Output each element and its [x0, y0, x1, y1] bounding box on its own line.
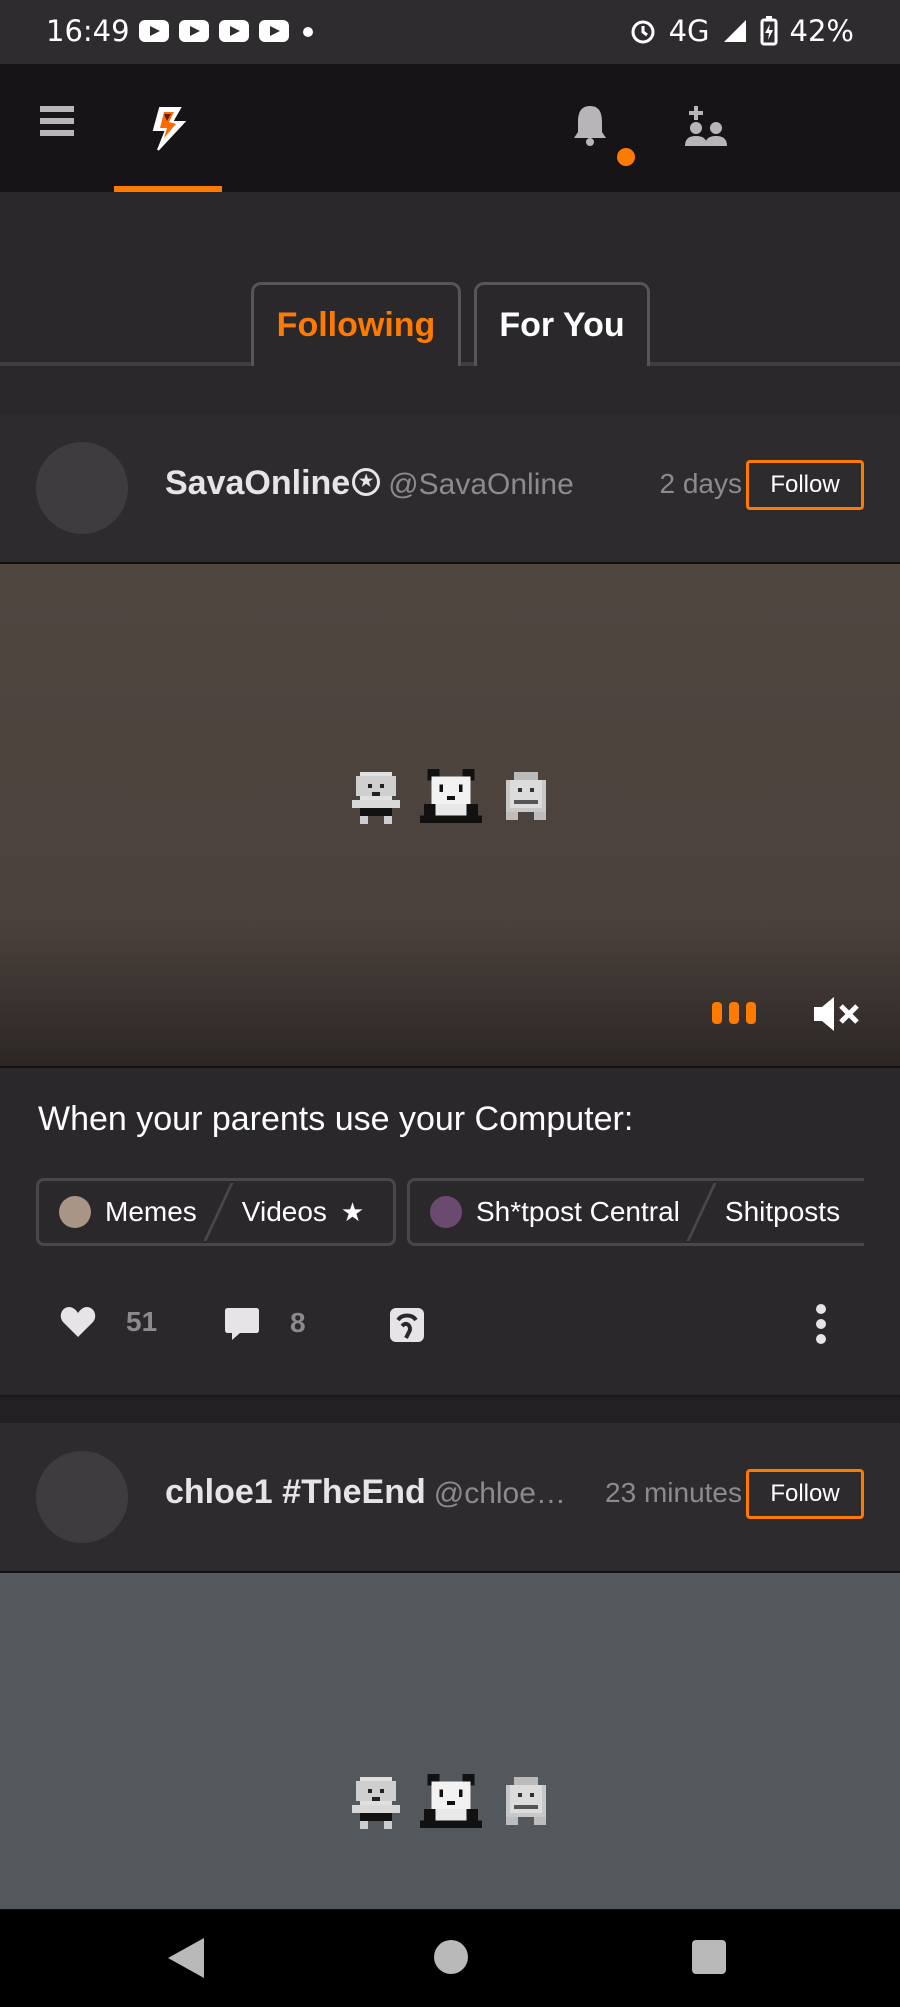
bell-icon[interactable]	[572, 102, 608, 148]
author-name-text: SavaOnline	[165, 464, 351, 502]
notification-badge	[617, 148, 635, 166]
tag-community: Sh*tpost Central	[476, 1196, 680, 1227]
pixel-panda-sprite	[419, 1773, 483, 1829]
post-header: SavaOnline ★ @SavaOnline 2 days Follow	[0, 414, 900, 562]
comment-count: 8	[290, 1307, 306, 1338]
battery-percent: 42%	[789, 14, 854, 48]
lightning-logo-icon	[152, 107, 187, 151]
follow-button[interactable]: Follow	[746, 460, 864, 510]
like-button[interactable]: 51	[60, 1306, 157, 1338]
status-bar: 16:49 4G 42%	[0, 0, 900, 64]
community-avatar-icon	[59, 1196, 91, 1228]
youtube-notification-icon	[219, 20, 249, 42]
post-caption: When your parents use your Computer:	[38, 1100, 634, 1138]
hamburger-menu-icon[interactable]	[40, 106, 74, 138]
youtube-notification-icon	[139, 20, 169, 42]
recent-apps-icon[interactable]	[692, 1940, 726, 1974]
post-actions: 51 8	[0, 1246, 900, 1394]
users-icon[interactable]	[682, 102, 730, 150]
post-header: chloe1 #TheEnd @chloe… 23 minutes Follow	[0, 1423, 900, 1571]
community-avatar-icon	[430, 1196, 462, 1228]
feed-tabs: Following For You	[0, 192, 900, 414]
avatar[interactable]	[36, 1451, 128, 1543]
post-card: SavaOnline ★ @SavaOnline 2 days Follow W…	[0, 414, 900, 1395]
comment-icon	[225, 1308, 259, 1340]
video-player[interactable]	[0, 1571, 900, 1911]
comment-button[interactable]: 8	[224, 1306, 306, 1340]
youtube-notification-icon	[179, 20, 209, 42]
pixel-blob-sprite	[506, 1777, 546, 1825]
author-name[interactable]: chloe1 #TheEnd @chloe…	[165, 1473, 566, 1512]
tag-label: Videos	[241, 1196, 327, 1227]
post-tags: Memes Videos ★ Sh*tpost Central Shitpost…	[36, 1178, 864, 1246]
system-nav-bar	[0, 1910, 900, 2007]
tag-community: Memes	[105, 1196, 197, 1227]
app-header	[0, 64, 900, 192]
pixel-ghost-sprite	[352, 772, 400, 824]
more-options-icon[interactable]	[816, 1304, 828, 1344]
youtube-notification-icon	[259, 20, 289, 42]
network-type: 4G	[668, 14, 710, 48]
post-divider	[0, 1395, 900, 1423]
post-timestamp: 2 days	[659, 468, 743, 499]
video-player[interactable]	[0, 562, 900, 1068]
home-tab[interactable]	[114, 64, 222, 192]
post-card: chloe1 #TheEnd @chloe… 23 minutes Follow	[0, 1423, 900, 1911]
heart-icon	[60, 1307, 96, 1337]
status-time: 16:49	[46, 14, 130, 48]
verified-star-icon: ★	[352, 468, 381, 497]
pixel-ghost-sprite	[352, 1777, 400, 1829]
pixel-blob-sprite	[506, 772, 546, 820]
video-loading-indicator	[712, 1002, 756, 1024]
pixel-sprites-image	[344, 764, 558, 828]
tab-following[interactable]: Following	[251, 282, 461, 370]
tag-label: Shitposts	[724, 1196, 841, 1227]
author-handle: @SavaOnline	[388, 468, 574, 501]
pixel-sprites-image	[344, 1769, 558, 1833]
like-count: 51	[126, 1306, 158, 1337]
avatar[interactable]	[36, 442, 128, 534]
author-name-text: chloe1 #TheEnd	[165, 1473, 426, 1511]
home-icon[interactable]	[434, 1940, 468, 1974]
post-timestamp: 23 minutes	[605, 1477, 742, 1508]
more-notifications-dot-icon	[303, 27, 313, 37]
tag-pill[interactable]: Sh*tpost Central Shitposts	[407, 1178, 864, 1246]
pixel-panda-sprite	[419, 768, 483, 824]
tag-pill[interactable]: Memes Videos ★	[36, 1178, 396, 1246]
star-icon: ★	[340, 1196, 365, 1227]
tab-for-you[interactable]: For You	[474, 282, 650, 366]
battery-charging-icon	[760, 16, 778, 46]
author-handle: @chloe…	[433, 1477, 566, 1510]
signal-icon	[723, 20, 746, 42]
author-name[interactable]: SavaOnline ★ @SavaOnline	[165, 464, 574, 503]
alarm-icon	[631, 20, 655, 44]
reblog-icon	[390, 1308, 424, 1342]
mute-icon[interactable]	[812, 994, 860, 1034]
reblog-button[interactable]	[388, 1306, 426, 1344]
back-icon[interactable]	[168, 1938, 204, 1978]
follow-button[interactable]: Follow	[746, 1469, 864, 1519]
